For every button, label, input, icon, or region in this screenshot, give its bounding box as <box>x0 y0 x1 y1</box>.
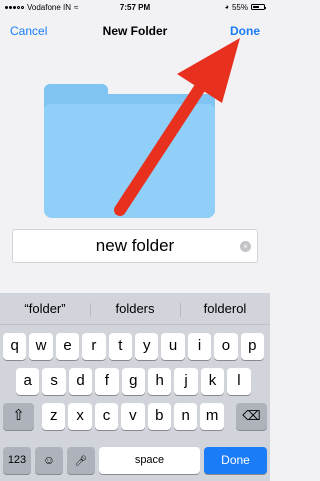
battery-percent: 55% <box>231 2 248 12</box>
key-c[interactable]: c <box>94 403 119 430</box>
backspace-icon: ⌫ <box>242 408 261 423</box>
key-o[interactable]: o <box>214 333 238 360</box>
key-z[interactable]: z <box>42 403 66 430</box>
key-y[interactable]: y <box>135 333 159 360</box>
key-row-4: 123 ☺ 🎤︎ space Done <box>0 447 270 474</box>
key-row-1: qwertyuiop <box>0 333 270 360</box>
clear-icon[interactable]: × <box>240 241 251 252</box>
battery-fill <box>252 5 259 9</box>
key-n[interactable]: n <box>174 403 198 430</box>
keyboard-done-key[interactable]: Done <box>204 447 267 474</box>
key-i[interactable]: i <box>187 333 212 360</box>
microphone-key[interactable]: 🎤︎ <box>67 447 95 474</box>
done-button[interactable]: Done <box>230 24 260 38</box>
emoji-key[interactable]: ☺ <box>35 447 63 474</box>
orientation-lock-icon: ◕ <box>224 3 229 11</box>
key-b[interactable]: b <box>147 403 171 430</box>
key-x[interactable]: x <box>68 403 92 430</box>
status-left: Vodafone IN ≈ <box>5 3 78 12</box>
key-r[interactable]: r <box>82 333 106 360</box>
key-v[interactable]: v <box>121 403 145 430</box>
key-u[interactable]: u <box>161 333 185 360</box>
key-l[interactable]: l <box>227 368 251 395</box>
folder-front <box>44 104 215 218</box>
emoji-icon: ☺ <box>42 453 56 467</box>
folder-name-field[interactable]: new folder × <box>12 229 258 263</box>
key-m[interactable]: m <box>200 403 224 430</box>
backspace-key[interactable]: ⌫ <box>236 403 267 430</box>
suggestion-item[interactable]: “folder” <box>0 301 90 316</box>
key-j[interactable]: j <box>174 368 198 395</box>
status-bar: Vodafone IN ≈ 7:57 PM ◕ 55% <box>0 0 270 14</box>
shift-key[interactable]: ⇧ <box>3 403 34 430</box>
battery-icon <box>251 4 266 10</box>
suggestion-item[interactable]: folders <box>90 301 180 317</box>
signal-icon <box>5 5 24 9</box>
key-s[interactable]: s <box>42 368 66 395</box>
status-right: ◕ 55% <box>224 2 266 12</box>
suggestion-bar: “folder” folders folderol <box>0 293 270 325</box>
key-a[interactable]: a <box>16 368 40 395</box>
folder-icon <box>44 84 215 218</box>
key-q[interactable]: q <box>3 333 27 360</box>
folder-name-value[interactable]: new folder <box>96 236 174 256</box>
key-t[interactable]: t <box>108 333 132 360</box>
key-w[interactable]: w <box>29 333 53 360</box>
suggestion-item[interactable]: folderol <box>180 301 270 317</box>
key-row-2: asdfghjkl <box>0 368 270 395</box>
carrier-label: Vodafone IN <box>27 2 72 12</box>
shift-icon: ⇧ <box>12 407 25 424</box>
key-g[interactable]: g <box>121 368 145 395</box>
key-row-3: ⇧ ⌫ zxcvbnm <box>0 403 270 430</box>
key-k[interactable]: k <box>200 368 225 395</box>
wifi-icon: ≈ <box>74 2 79 12</box>
key-p[interactable]: p <box>240 333 264 360</box>
key-f[interactable]: f <box>95 368 119 395</box>
numbers-key[interactable]: 123 <box>3 447 31 474</box>
key-h[interactable]: h <box>148 368 172 395</box>
key-e[interactable]: e <box>55 333 80 360</box>
keyboard: “folder” folders folderol qwertyuiop asd… <box>0 293 270 481</box>
space-key[interactable]: space <box>99 447 200 474</box>
nav-bar: Cancel New Folder Done <box>0 14 270 48</box>
key-d[interactable]: d <box>68 368 93 395</box>
cancel-button[interactable]: Cancel <box>10 24 47 38</box>
microphone-icon: 🎤︎ <box>74 456 88 467</box>
